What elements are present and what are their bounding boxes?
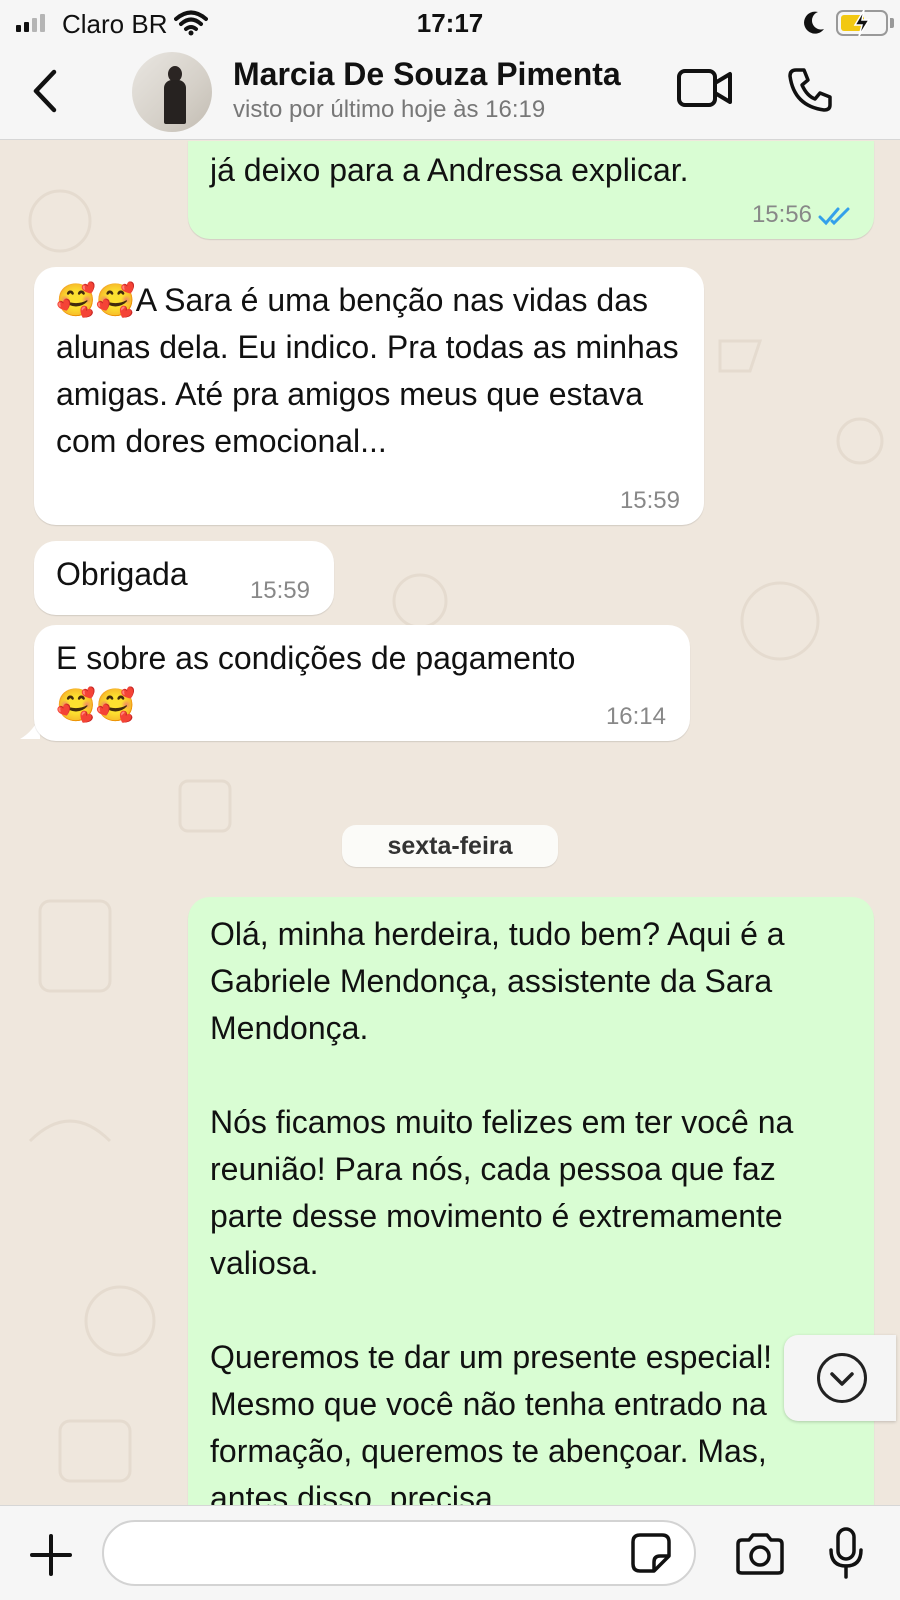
- message-text: E sobre as condições de pagamento: [56, 640, 576, 676]
- clock: 17:17: [416, 8, 484, 38]
- avatar[interactable]: [132, 52, 212, 132]
- chevron-down-circle-icon: [817, 1353, 867, 1403]
- battery-charging-icon: [836, 9, 888, 37]
- sticker-icon[interactable]: [630, 1532, 672, 1574]
- phone-icon[interactable]: [786, 66, 834, 114]
- message-text-wrap: E sobre as condições de pagamento 🥰🥰: [56, 635, 666, 729]
- message-text: Olá, minha herdeira, tudo bem? Aqui é a …: [210, 916, 794, 1505]
- moon-icon: [804, 11, 824, 34]
- message-bubble-incoming[interactable]: E sobre as condições de pagamento 🥰🥰 16:1…: [34, 625, 690, 741]
- camera-icon[interactable]: [734, 1532, 786, 1576]
- message-time: 15:59: [249, 577, 310, 604]
- chevron-down-icon: [830, 1372, 854, 1386]
- scroll-to-bottom-button[interactable]: [784, 1335, 896, 1421]
- message-bubble-incoming[interactable]: 🥰🥰A Sara é uma benção nas vidas das alun…: [34, 267, 704, 525]
- input-bar: [0, 1505, 900, 1600]
- microphone-icon[interactable]: [826, 1526, 866, 1580]
- message-time: 16:14: [605, 703, 666, 730]
- message-bubble-outgoing[interactable]: já deixo para a Andressa explicar. 15:56: [188, 141, 874, 239]
- message-text: A Sara é uma benção nas vidas das alunas…: [56, 282, 688, 459]
- message-time: 15:56: [751, 201, 812, 228]
- read-ticks-icon: [818, 207, 850, 226]
- plus-icon[interactable]: [28, 1532, 74, 1578]
- video-camera-icon[interactable]: [676, 68, 734, 108]
- chat-area[interactable]: já deixo para a Andressa explicar. 15:56…: [0, 141, 900, 1505]
- chevron-left-icon[interactable]: [26, 66, 66, 116]
- date-divider: sexta-feira: [342, 825, 558, 867]
- message-bubble-incoming[interactable]: Obrigada 15:59: [34, 541, 334, 615]
- bolt-icon: [853, 9, 871, 37]
- chat-header: Marcia De Souza Pimenta visto por último…: [0, 46, 900, 140]
- message-text-wrap: 🥰🥰A Sara é uma benção nas vidas das alun…: [56, 277, 680, 465]
- last-seen-status: visto por último hoje às 16:19: [233, 96, 546, 123]
- message-input[interactable]: [102, 1520, 696, 1586]
- status-bar: Claro BR 17:17: [0, 0, 900, 46]
- avatar-body: [164, 80, 186, 124]
- battery-nub: [890, 18, 894, 28]
- smiling-face-with-hearts-icon: 🥰🥰: [56, 282, 136, 318]
- smiling-face-with-hearts-icon: 🥰🥰: [56, 687, 136, 723]
- contact-name[interactable]: Marcia De Souza Pimenta: [233, 56, 621, 93]
- message-text: já deixo para a Andressa explicar.: [210, 152, 689, 188]
- message-time: 15:59: [619, 487, 680, 514]
- message-bubble-outgoing[interactable]: Olá, minha herdeira, tudo bem? Aqui é a …: [188, 897, 874, 1505]
